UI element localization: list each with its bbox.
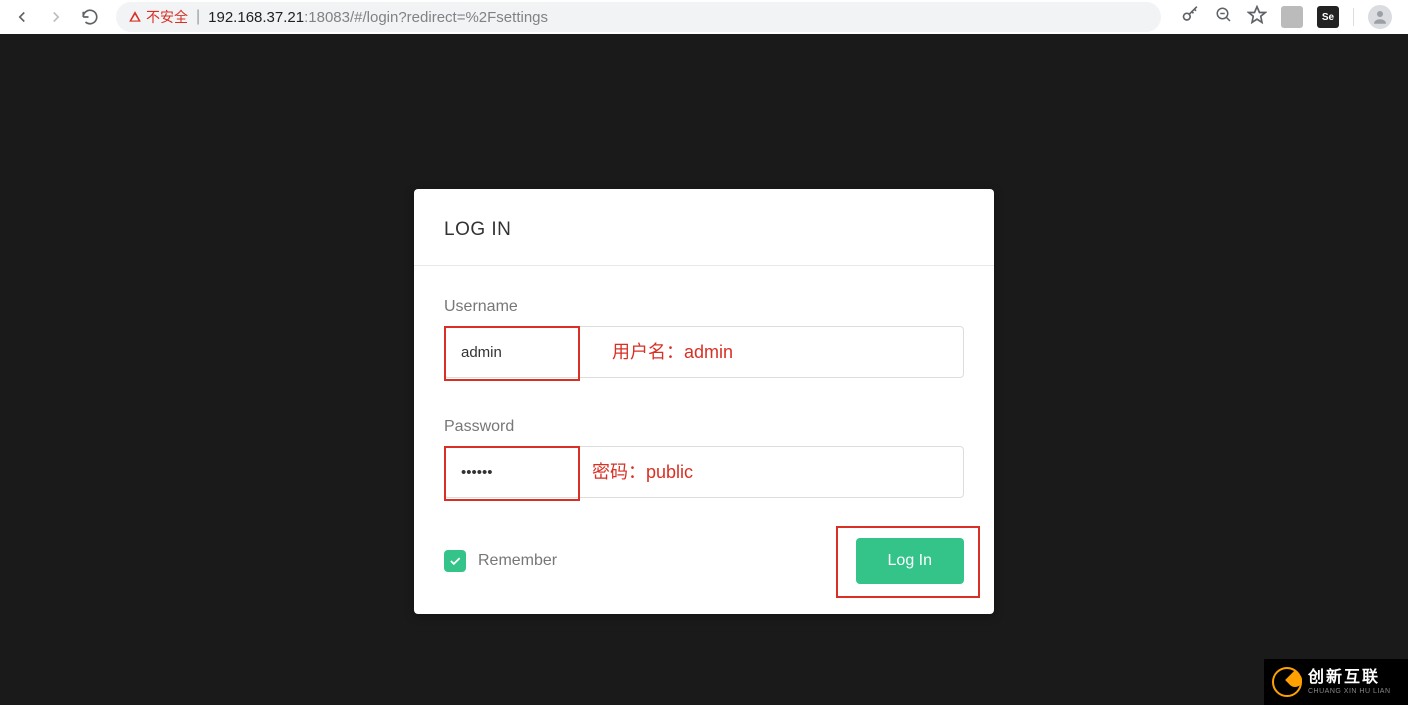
- remember-wrap[interactable]: Remember: [444, 550, 557, 572]
- annotation-text-password: 密码：public: [592, 458, 693, 484]
- login-footer: Remember Log In: [444, 538, 964, 584]
- zoom-icon[interactable]: [1215, 6, 1233, 29]
- watermark-logo: 创新互联 CHUANG XIN HU LIAN: [1264, 659, 1408, 705]
- extension-icon-1[interactable]: [1281, 6, 1303, 28]
- card-title: LOG IN: [444, 219, 964, 241]
- login-card: LOG IN Username 用户名：admin Password 密码：pu…: [414, 189, 994, 614]
- page-background: LOG IN Username 用户名：admin Password 密码：pu…: [0, 34, 1408, 705]
- login-button[interactable]: Log In: [856, 538, 964, 584]
- username-label: Username: [444, 298, 964, 316]
- security-badge: 不安全: [128, 7, 188, 27]
- annotation-text-username: 用户名：admin: [612, 338, 733, 364]
- password-field-row: Password 密码：public: [444, 418, 964, 498]
- remember-checkbox[interactable]: [444, 550, 466, 572]
- remember-label: Remember: [478, 552, 557, 570]
- watermark-en: CHUANG XIN HU LIAN: [1308, 688, 1391, 695]
- login-button-wrap: Log In: [856, 538, 964, 584]
- star-icon[interactable]: [1247, 5, 1267, 30]
- password-input[interactable]: [444, 446, 964, 498]
- address-bar[interactable]: 不安全 | 192.168.37.21:18083/#/login?redire…: [116, 2, 1161, 32]
- reload-button[interactable]: [76, 3, 104, 31]
- browser-toolbar: 不安全 | 192.168.37.21:18083/#/login?redire…: [0, 0, 1408, 34]
- toolbar-icons: Se: [1173, 5, 1400, 30]
- url-text: 192.168.37.21:18083/#/login?redirect=%2F…: [208, 9, 548, 26]
- watermark-icon: [1272, 667, 1302, 697]
- forward-button[interactable]: [42, 3, 70, 31]
- card-divider: [414, 265, 994, 266]
- username-field-row: Username 用户名：admin: [444, 298, 964, 378]
- key-icon[interactable]: [1181, 5, 1201, 30]
- extension-selenium-icon[interactable]: Se: [1317, 6, 1339, 28]
- toolbar-separator: [1353, 8, 1354, 26]
- omnibox-separator: |: [196, 8, 200, 26]
- back-button[interactable]: [8, 3, 36, 31]
- password-label: Password: [444, 418, 964, 436]
- profile-avatar[interactable]: [1368, 5, 1392, 29]
- watermark-cn: 创新互联: [1308, 670, 1391, 686]
- security-label: 不安全: [146, 7, 188, 27]
